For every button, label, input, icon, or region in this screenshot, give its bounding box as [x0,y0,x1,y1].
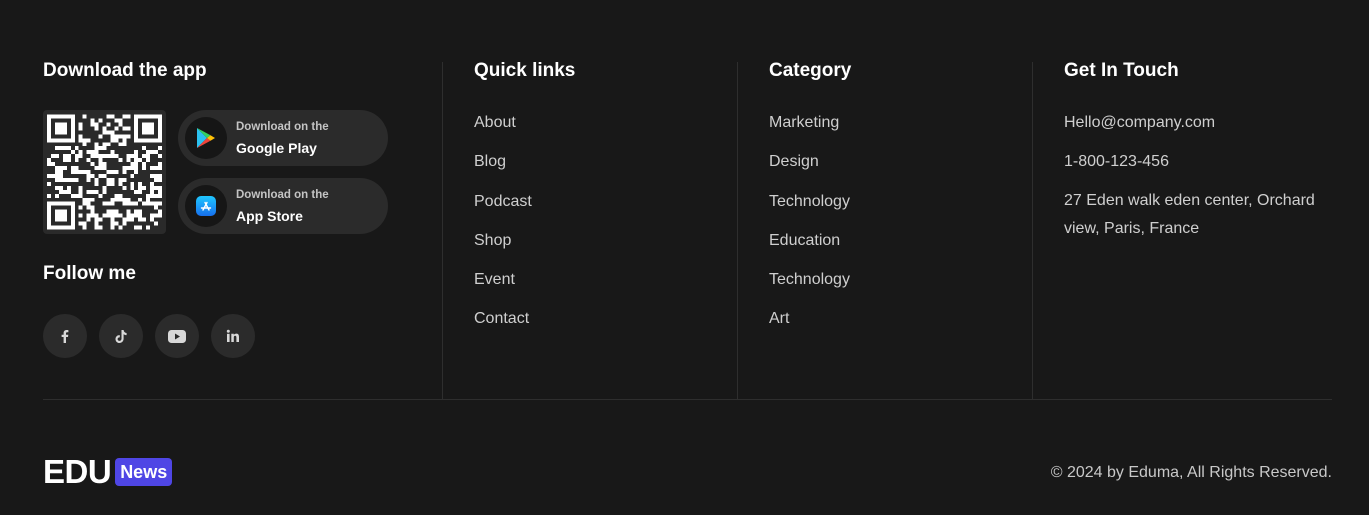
list-item: Contact [474,308,737,347]
app-store-button[interactable]: Download on the App Store [178,178,388,234]
category-link-design[interactable]: Design [769,153,819,170]
social-links [43,314,442,358]
app-store-label: App Store [236,207,303,224]
quick-link-blog[interactable]: Blog [474,153,506,170]
download-row: Download on the Google Play Download on … [43,110,442,234]
linkedin-link[interactable] [211,314,255,358]
category-link-technology[interactable]: Technology [769,193,850,210]
quick-links-list: About Blog Podcast Shop Event Contact [474,112,737,348]
qr-code [43,110,166,234]
list-item: Podcast [474,191,737,230]
copyright-text: © 2024 by Eduma, All Rights Reserved. [1050,464,1332,481]
google-play-small-text: Download on the [236,120,329,133]
store-buttons: Download on the Google Play Download on … [178,110,388,234]
list-item: About [474,112,737,151]
category-link-technology-2[interactable]: Technology [769,271,850,288]
site-footer: Download the app Download on the Google … [0,0,1369,515]
list-item: Technology [769,269,1032,308]
quick-links-heading: Quick links [474,60,576,81]
category-link-education[interactable]: Education [769,232,840,249]
contact-heading: Get In Touch [1064,60,1179,81]
contact-phone[interactable]: 1-800-123-456 [1064,151,1332,190]
logo-text: EDU [43,453,112,490]
contact-address: 27 Eden walk eden center, Orchard view, … [1064,192,1315,237]
list-item: Blog [474,151,737,190]
logo-badge: News [115,458,173,486]
quick-link-event[interactable]: Event [474,271,515,288]
app-store-icon [185,185,227,227]
tiktok-link[interactable] [99,314,143,358]
qr-code-image [47,114,162,230]
download-heading: Download the app [43,60,207,81]
facebook-link[interactable] [43,314,87,358]
tiktok-icon [115,329,127,343]
google-play-label: Google Play [236,139,317,156]
youtube-link[interactable] [155,314,199,358]
quick-link-shop[interactable]: Shop [474,232,511,249]
contact-column: Get In Touch Hello@company.com 1-800-123… [1032,60,1332,400]
quick-link-about[interactable]: About [474,114,516,131]
list-item: Shop [474,230,737,269]
category-link-marketing[interactable]: Marketing [769,114,839,131]
google-play-button[interactable]: Download on the Google Play [178,110,388,166]
category-column: Category Marketing Design Technology Edu… [737,60,1032,400]
list-item: Event [474,269,737,308]
app-store-small-text: Download on the [236,188,329,201]
list-item: Art [769,308,1032,347]
quick-link-podcast[interactable]: Podcast [474,193,532,210]
quick-links-column: Quick links About Blog Podcast Shop Even… [442,60,737,400]
list-item: Design [769,151,1032,190]
download-column: Download the app Download on the Google … [43,60,442,400]
list-item: Technology [769,191,1032,230]
facebook-icon [61,330,69,343]
category-link-art[interactable]: Art [769,310,789,327]
contact-info: Hello@company.com 1-800-123-456 27 Eden … [1064,112,1332,243]
category-heading: Category [769,60,852,81]
google-play-icon [185,117,227,159]
follow-heading: Follow me [43,263,136,284]
quick-link-contact[interactable]: Contact [474,310,529,327]
brand-logo[interactable]: EDU News [43,453,173,490]
footer-divider [43,399,1332,400]
list-item: Marketing [769,112,1032,151]
contact-email[interactable]: Hello@company.com [1064,112,1332,151]
category-list: Marketing Design Technology Education Te… [769,112,1032,348]
linkedin-icon [226,329,239,342]
youtube-icon [168,329,186,343]
list-item: Education [769,230,1032,269]
